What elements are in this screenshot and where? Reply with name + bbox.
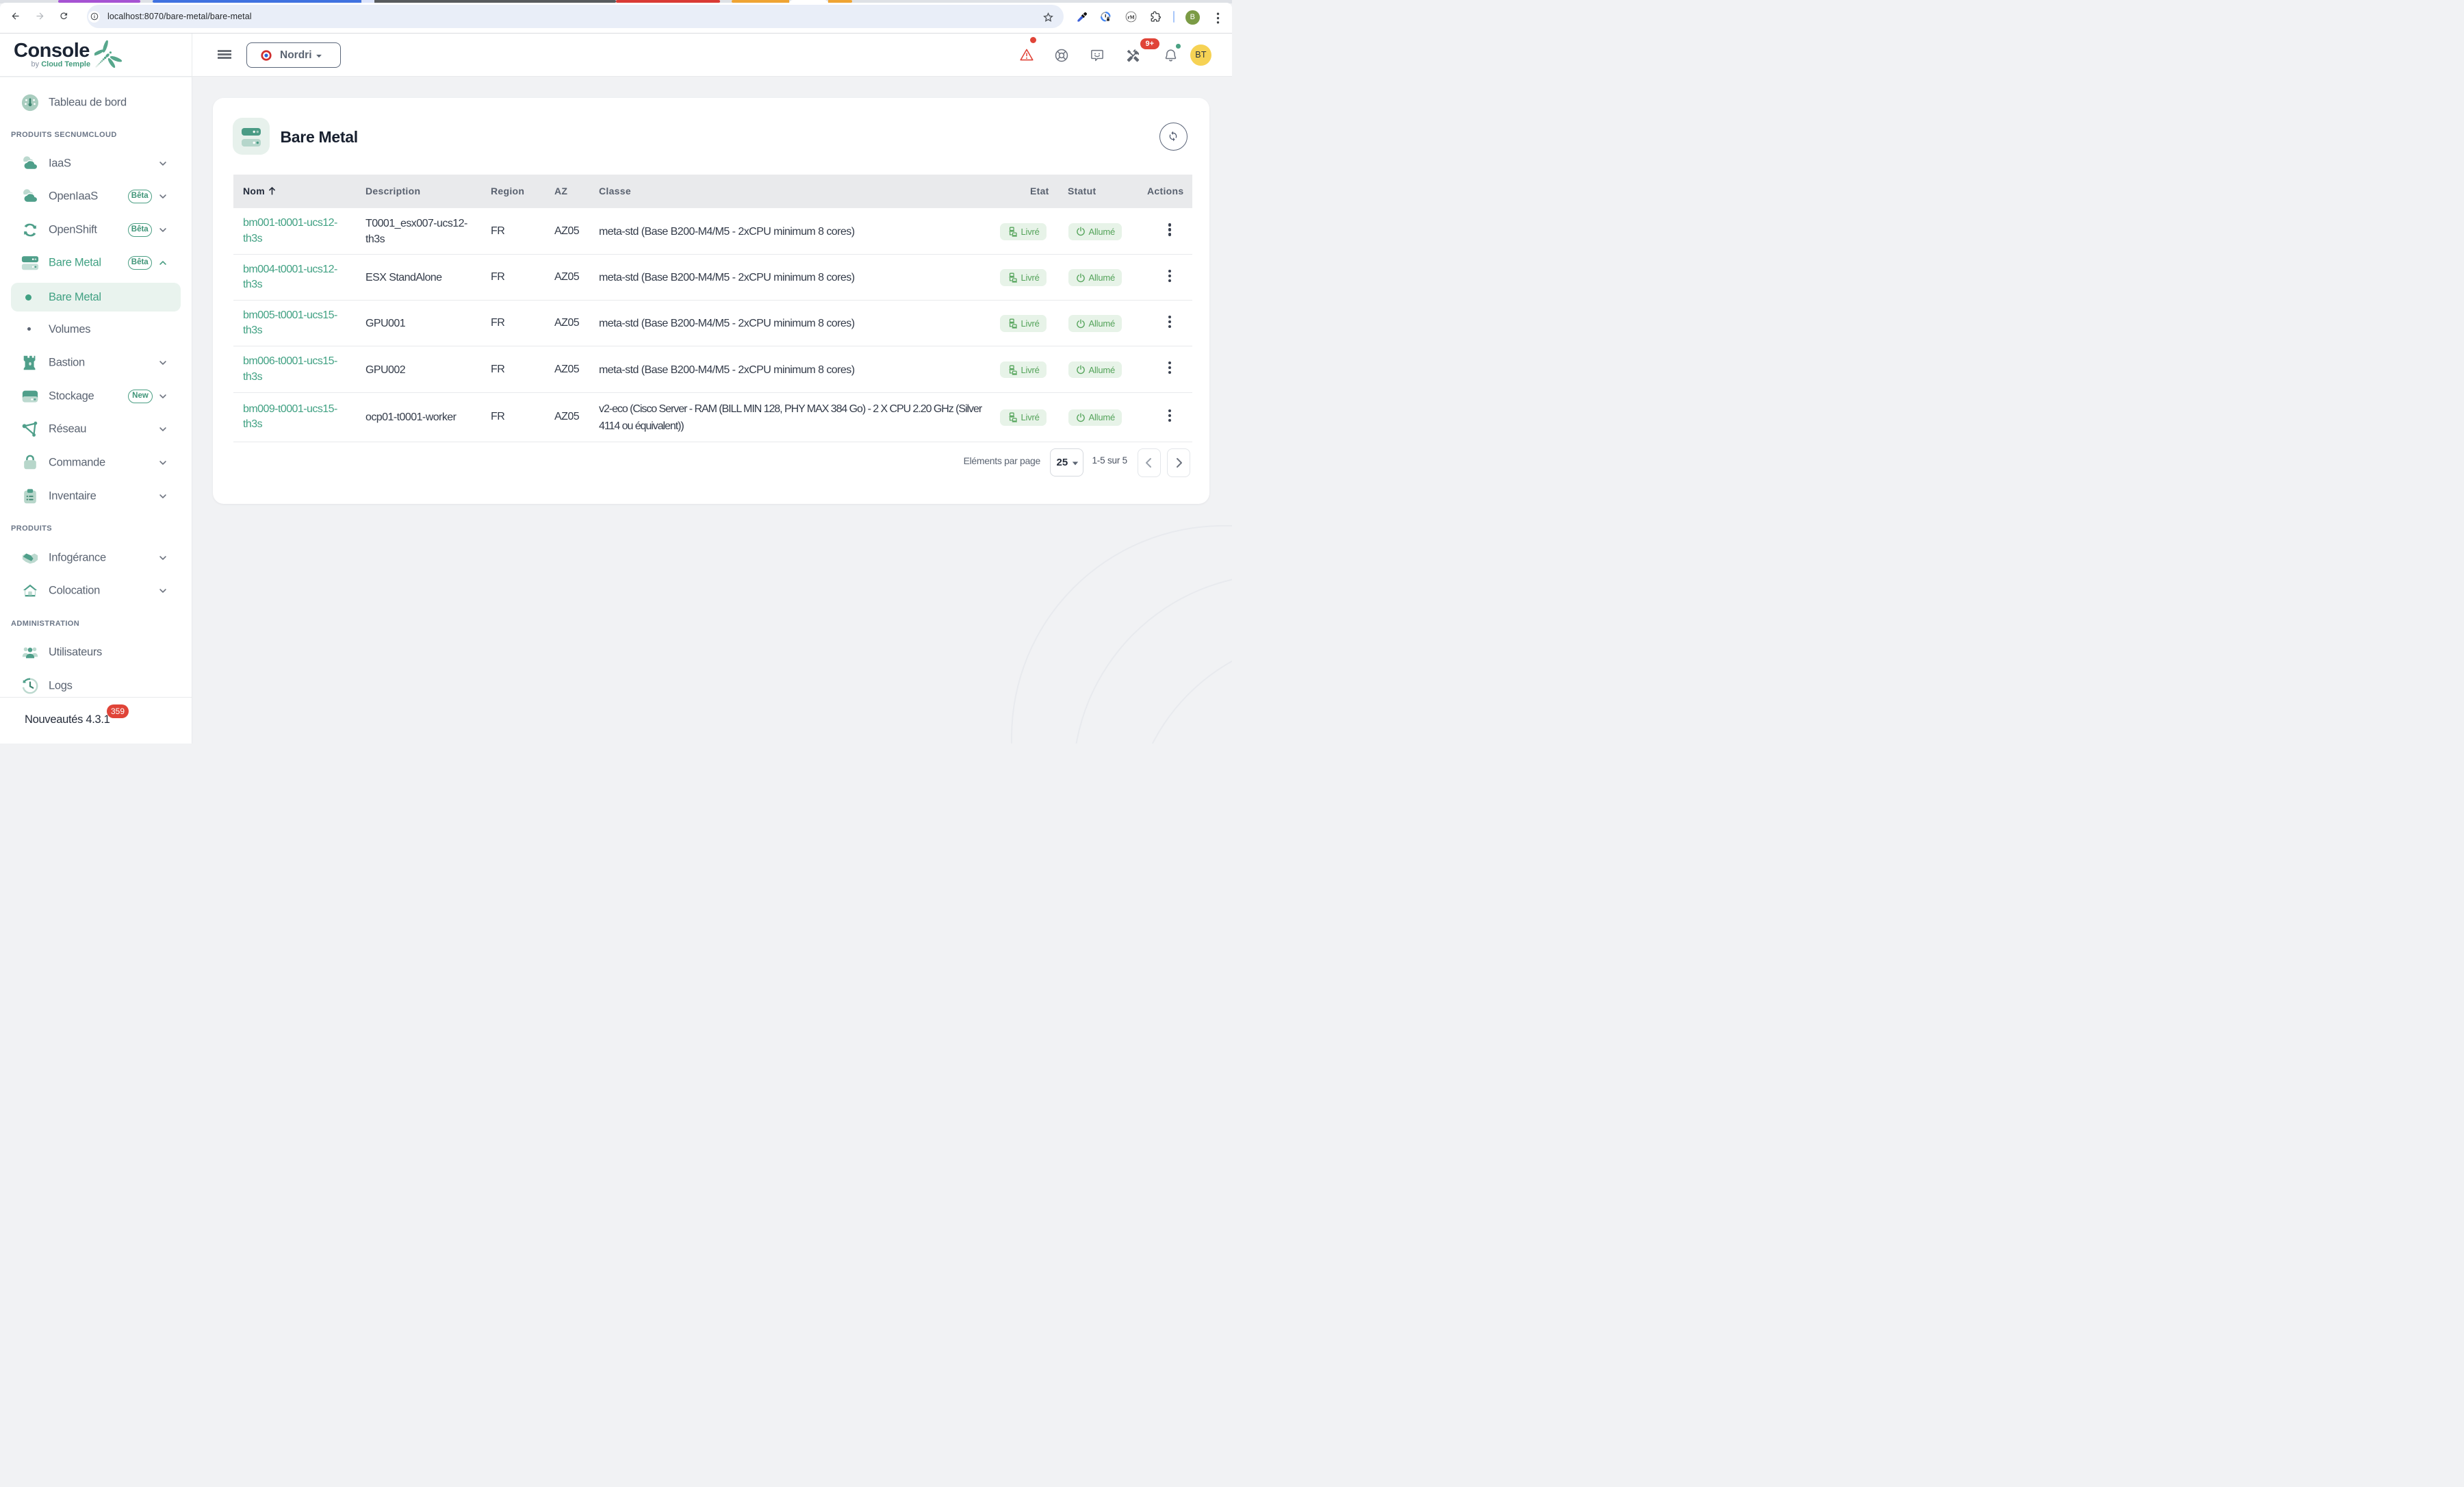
- svg-text:rM: rM: [1127, 14, 1134, 20]
